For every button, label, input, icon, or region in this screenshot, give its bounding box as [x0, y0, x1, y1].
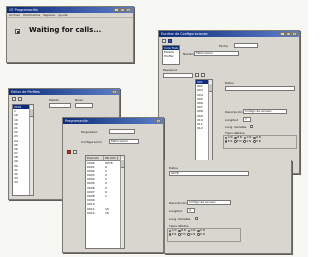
radio-label: B N — [237, 136, 242, 140]
bottom-datos-field[interactable]: 0076 — [169, 171, 249, 176]
cell: 0012 — [87, 210, 95, 215]
config-maximize-button[interactable]: □ — [286, 32, 291, 36]
config-long-label: Longitud — [225, 118, 239, 122]
menu-replace[interactable]: Replace — [43, 13, 55, 17]
bottom-desc-field[interactable]: Código de acceso — [187, 200, 231, 205]
radio-label: F N — [181, 232, 186, 236]
radio-label: C N — [190, 229, 196, 233]
programming-window: Programación × Dispositivo Configuración… — [62, 117, 164, 253]
run-icon[interactable] — [73, 150, 77, 154]
radio-label: E N — [227, 139, 233, 143]
menu-parametros[interactable]: Parámetros — [23, 13, 40, 17]
profiles-close-button[interactable]: × — [112, 90, 117, 94]
pedido-field[interactable] — [49, 103, 71, 108]
main-window-title: CE Programación — [9, 8, 39, 12]
programming-table-scrollbar[interactable] — [120, 156, 124, 248]
config-window: Escritor de Configuraciones _ □ × Cola T… — [158, 30, 300, 174]
bottom-lv-checkbox[interactable] — [195, 217, 198, 220]
config-radio-grid: A N B N C N D N E N F N G N H N — [225, 136, 261, 143]
bottom-radio-grid: A N B N C N D N E N F N G N H N — [169, 229, 205, 236]
radio-label: A N — [171, 229, 177, 233]
main-window: CE Programación _ □ × Archivo Parámetros… — [6, 6, 134, 63]
config-small-list[interactable]: Cola Trab. Estado Profile — [162, 45, 180, 65]
fecha-label: Fecha — [219, 44, 228, 48]
radio-label: A N — [227, 136, 233, 140]
bottom-long-field[interactable]: 4 — [187, 208, 195, 213]
config-desc-field[interactable]: Código de acceso — [243, 109, 287, 114]
table-row[interactable]: 0012 16 — [86, 211, 124, 215]
radio-label: C N — [246, 136, 252, 140]
profiles-new-icon[interactable] — [12, 97, 16, 101]
menu-ayuda[interactable]: Ayuda — [58, 13, 67, 17]
bottom-datos-label: Datos — [169, 166, 178, 170]
phone-icon — [15, 29, 20, 34]
config-long-field[interactable]: 7 — [243, 117, 251, 122]
config-datos-field[interactable] — [225, 86, 295, 91]
config-open-icon[interactable] — [162, 39, 166, 43]
column-header[interactable]: Posición — [86, 156, 104, 160]
minimize-button[interactable]: _ — [114, 8, 119, 12]
config-rows-list[interactable]: 001 002 003 004 005 006 007 008 009 010 … — [195, 79, 213, 173]
radio-label: D N — [256, 136, 261, 140]
desktop: CE Programación _ □ × Archivo Parámetros… — [0, 0, 308, 257]
list-item[interactable]: Profile — [163, 54, 179, 58]
programming-titlebar[interactable]: Programación × — [63, 118, 163, 124]
radio-label: H N — [200, 232, 205, 236]
programming-window-title: Programación — [65, 119, 89, 123]
profiles-open-icon[interactable] — [18, 97, 22, 101]
radio-label: D N — [200, 229, 205, 233]
radio-label: B N — [181, 229, 186, 233]
config-lv-label: Long. Variable — [225, 125, 247, 129]
status-message: Waiting for calls... — [29, 26, 102, 34]
detail-panel: Datos 0076 Descripción Código de acceso … — [164, 160, 292, 254]
bottom-lv-label: Long. Variable — [169, 217, 191, 221]
radio-label: E N — [171, 232, 177, 236]
password-field[interactable] — [163, 73, 193, 78]
radio-label: G N — [190, 232, 196, 236]
profiles-scrollbar[interactable] — [29, 105, 33, 195]
profiles-window-title: Editor de Perfiles — [11, 90, 40, 94]
main-menubar: Archivo Parámetros Replace Ayuda — [7, 13, 133, 18]
config-lv-checkbox[interactable] — [250, 125, 253, 128]
bottom-desc-label: Descripción — [169, 201, 187, 205]
dispositivo-field[interactable] — [109, 129, 135, 134]
programming-table[interactable]: Posición Párrafo 0000 0076 0001 0 0002 1 00… — [85, 155, 125, 249]
dispositivo-label: Dispositivo — [81, 130, 98, 134]
column-header[interactable]: Párrafo — [104, 156, 118, 160]
maximize-button[interactable]: □ — [120, 8, 125, 12]
bottom-long-label: Longitud — [169, 209, 183, 213]
configuracion-label: Configuración — [81, 140, 102, 144]
password-label: Password — [163, 68, 178, 72]
close-button[interactable]: × — [126, 8, 131, 12]
profiles-list[interactable]: 0001 1 16 19 20 21 22 23 24 25 26 27 28 … — [12, 104, 34, 196]
fecha-field[interactable] — [234, 43, 258, 48]
menu-archivo[interactable]: Archivo — [9, 13, 20, 17]
stop-icon[interactable] — [67, 150, 71, 154]
config-close-button[interactable]: × — [292, 32, 297, 36]
config-minimize-button[interactable]: _ — [280, 32, 285, 36]
radio-label: H N — [256, 139, 261, 143]
config-window-title: Escritor de Configuraciones — [161, 32, 208, 36]
pedido-label: Pedido — [49, 98, 60, 102]
config-save-icon[interactable] — [168, 39, 172, 43]
nivel-label: Nivel — [75, 98, 83, 102]
radio-label: F N — [237, 139, 242, 143]
programming-close-button[interactable]: × — [156, 119, 161, 123]
cell: 16 — [105, 210, 109, 215]
config-remove-icon[interactable] — [201, 73, 205, 77]
config-rows-scrollbar[interactable] — [208, 80, 212, 172]
config-titlebar[interactable]: Escritor de Configuraciones _ □ × — [159, 31, 299, 37]
nombre-field[interactable]: Fabricación — [194, 51, 239, 56]
config-add-icon[interactable] — [195, 73, 199, 77]
configuracion-field[interactable]: Fabricación — [109, 139, 139, 144]
nivel-field[interactable] — [75, 103, 93, 108]
config-datos-label: Datos — [225, 81, 234, 85]
radio-label: G N — [246, 139, 252, 143]
profiles-titlebar[interactable]: Editor de Perfiles × — [9, 89, 119, 95]
config-desc-label: Descripción — [225, 110, 243, 114]
